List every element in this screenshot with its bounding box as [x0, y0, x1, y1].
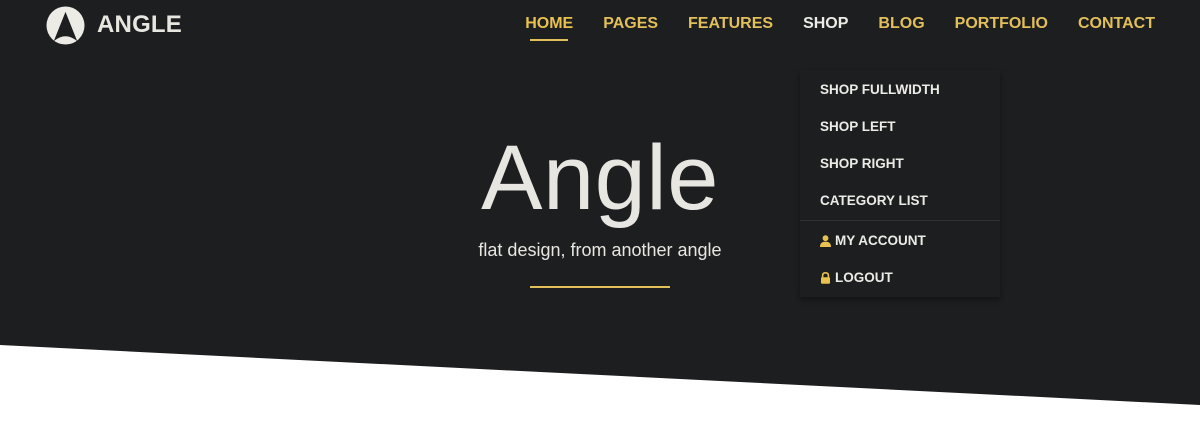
nav-item-shop[interactable]: SHOP: [788, 0, 863, 50]
navbar: ANGLE HOME PAGES FEATURES SHOP BLOG PORT…: [0, 0, 1200, 50]
hero-divider: [530, 286, 670, 288]
nav-item-blog[interactable]: BLOG: [863, 0, 939, 50]
nav-label-pages: PAGES: [603, 15, 659, 32]
nav-item-portfolio[interactable]: PORTFOLIO: [940, 0, 1063, 50]
nav-item-features[interactable]: FEATURES: [673, 0, 788, 50]
brand-link[interactable]: ANGLE: [46, 5, 182, 45]
nav-item-contact[interactable]: CONTACT: [1063, 0, 1170, 50]
hero-title: Angle: [481, 127, 719, 229]
nav-label-shop: SHOP: [803, 15, 849, 32]
brand-name: ANGLE: [97, 11, 182, 38]
hero-subtitle: flat design, from another angle: [478, 240, 722, 260]
dropdown-item-label: LOGOUT: [835, 270, 893, 285]
nav-item-home[interactable]: HOME: [510, 0, 588, 50]
nav-label-portfolio: PORTFOLIO: [954, 15, 1048, 32]
nav-label-home: HOME: [525, 15, 574, 32]
nav-label-features: FEATURES: [688, 15, 774, 32]
nav-label-contact: CONTACT: [1077, 15, 1155, 32]
dropdown-item-logout[interactable]: LOGOUT: [800, 259, 1000, 296]
dropdown-item-shop-fullwidth[interactable]: SHOP FULLWIDTH: [800, 71, 1000, 108]
angle-logo-icon: [46, 5, 85, 45]
main-nav: HOME PAGES FEATURES SHOP BLOG PORTFOLIO …: [510, 0, 1170, 50]
dropdown-item-label: SHOP FULLWIDTH: [820, 82, 940, 97]
active-underline: [530, 39, 569, 41]
lock-icon: [820, 271, 831, 284]
nav-item-pages[interactable]: PAGES: [588, 0, 673, 50]
nav-label-blog: BLOG: [878, 15, 925, 32]
